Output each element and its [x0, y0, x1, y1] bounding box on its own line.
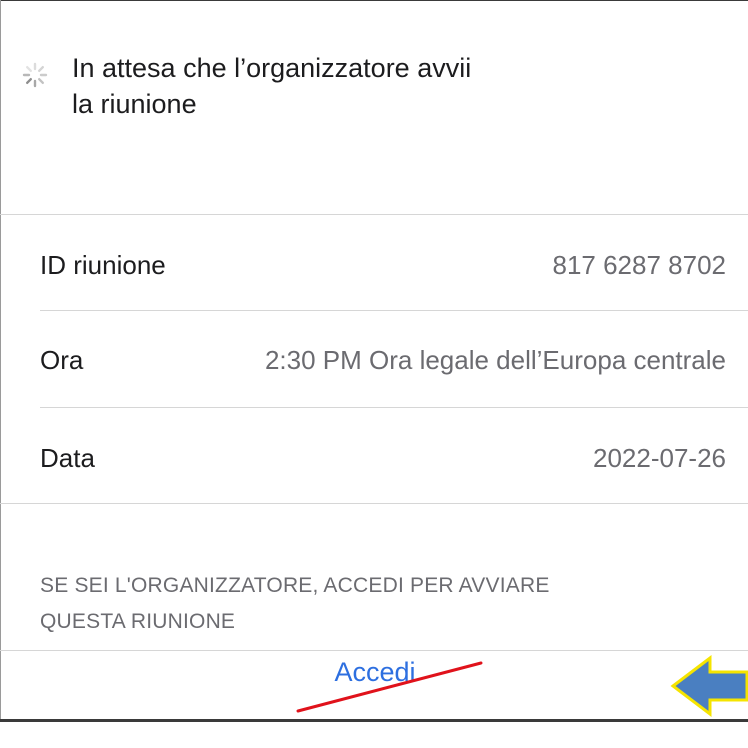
- spinner-icon: [22, 62, 48, 88]
- login-button[interactable]: Accedi: [280, 652, 470, 692]
- meeting-time-value: 2:30 PM Ora legale dell’Europa centrale: [264, 344, 726, 375]
- meeting-time-row: Ora 2:30 PM Ora legale dell’Europa centr…: [40, 340, 726, 380]
- section-divider: [0, 503, 748, 504]
- left-arrow-icon: [670, 655, 748, 717]
- meeting-id-label: ID riunione: [40, 249, 166, 280]
- host-note-line-1: SE SEI L'ORGANIZZATORE, ACCEDI PER AVVIA…: [40, 574, 550, 597]
- left-border: [0, 0, 1, 722]
- meeting-date-row: Data 2022-07-26: [40, 438, 726, 478]
- section-divider: [0, 214, 748, 215]
- meeting-time-label: Ora: [40, 344, 84, 375]
- row-divider: [40, 407, 748, 408]
- waiting-line-1: In attesa che l’organizzatore avvii: [72, 53, 472, 83]
- waiting-message: In attesa che l’organizzatore avvii la r…: [72, 50, 592, 122]
- host-sign-in-note: SE SEI L'ORGANIZZATORE, ACCEDI PER AVVIA…: [40, 568, 700, 640]
- meeting-date-value: 2022-07-26: [593, 442, 726, 473]
- waiting-status: In attesa che l’organizzatore avvii la r…: [22, 50, 592, 122]
- host-note-line-2: QUESTA RIUNIONE: [40, 610, 236, 633]
- meeting-id-value: 817 6287 8702: [552, 249, 726, 280]
- meeting-id-row: ID riunione 817 6287 8702: [40, 245, 726, 285]
- waiting-line-2: la riunione: [72, 89, 197, 119]
- bottom-border: [0, 719, 748, 722]
- row-divider: [40, 310, 748, 311]
- top-border: [0, 0, 748, 1]
- meeting-date-label: Data: [40, 442, 95, 473]
- section-divider: [0, 650, 748, 651]
